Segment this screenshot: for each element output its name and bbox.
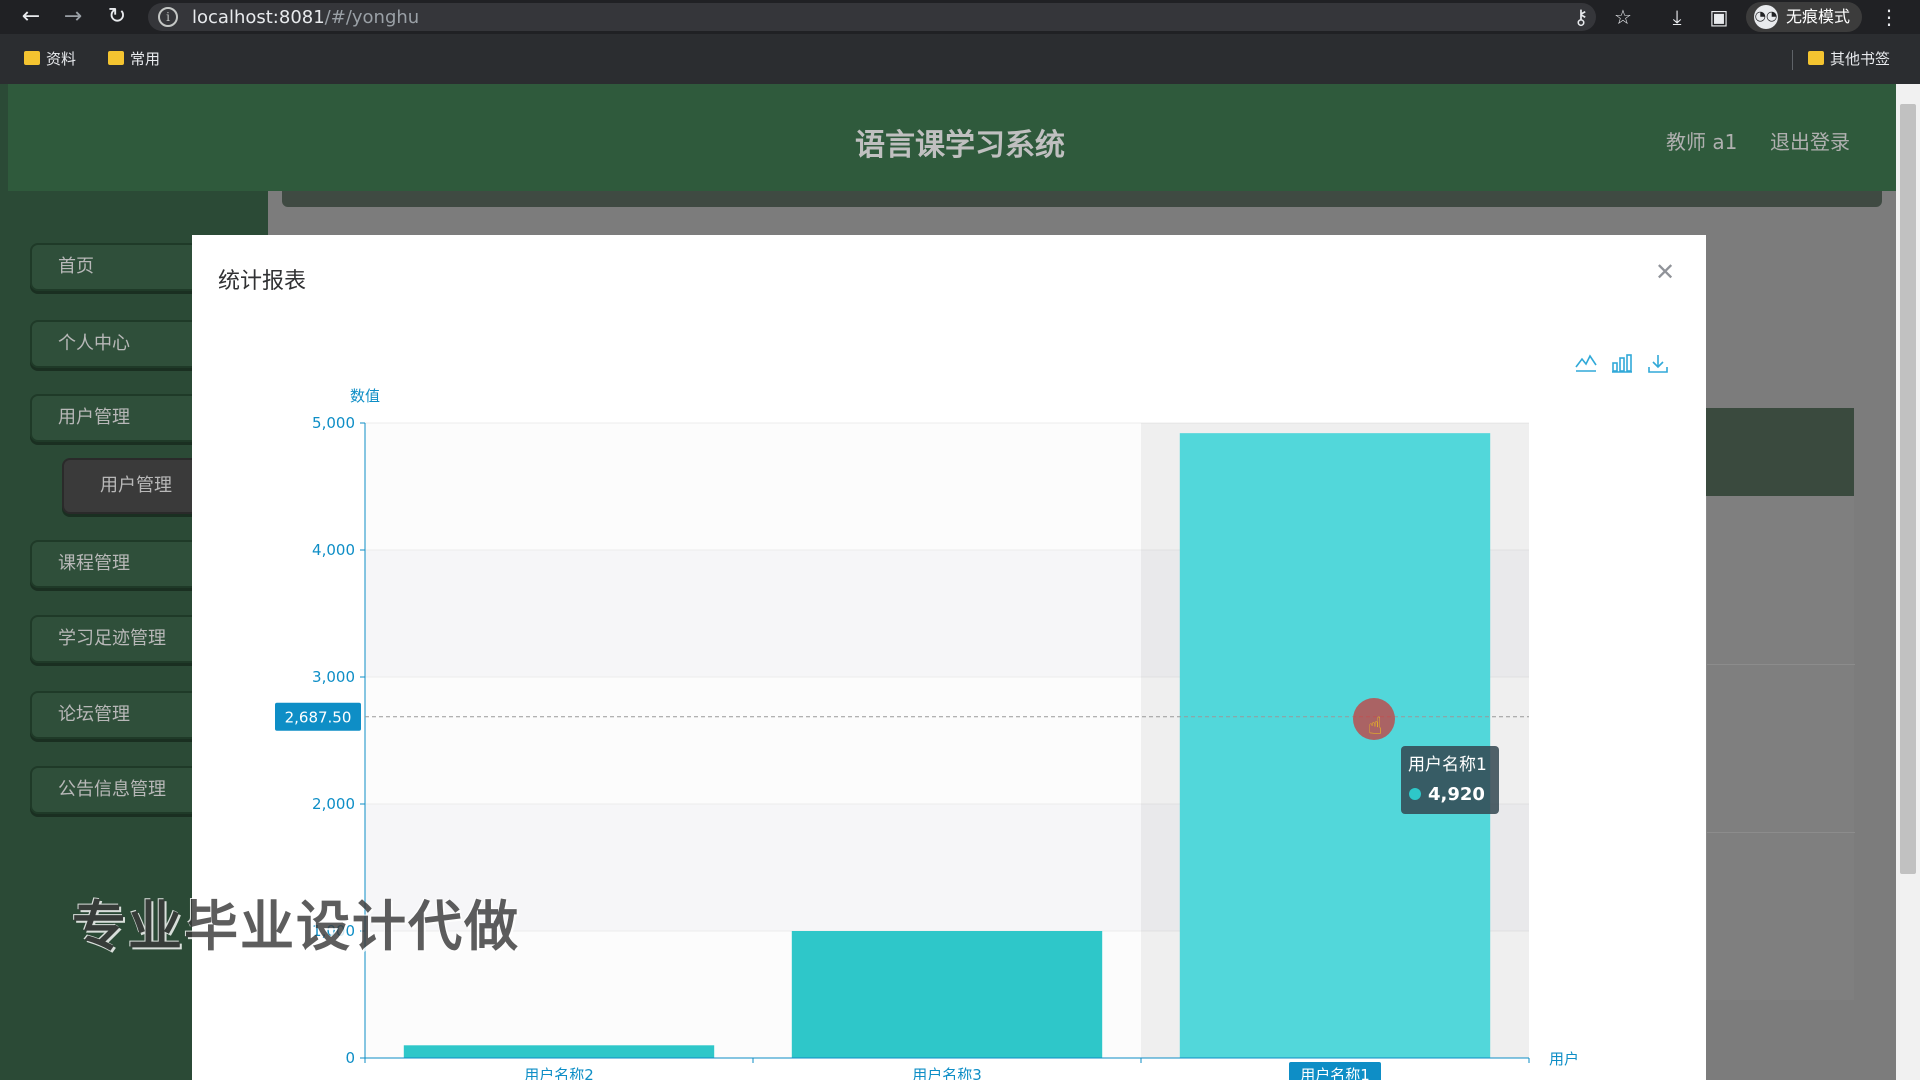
table-row xyxy=(1707,832,1855,833)
y-tick-label: 5,000 xyxy=(312,414,355,432)
site-info-icon[interactable]: i xyxy=(158,7,178,27)
current-user: 教师 a1 xyxy=(1666,130,1738,154)
y-tick-label: 2,000 xyxy=(312,795,355,813)
main-top-strip xyxy=(282,191,1882,207)
bar-用户名称1[interactable] xyxy=(1179,433,1491,1058)
y-axis-title: 数值 xyxy=(350,387,380,405)
bar-用户名称2[interactable] xyxy=(403,1045,715,1058)
hand-cursor-icon: ☝ xyxy=(1368,712,1383,740)
folder-icon xyxy=(1808,51,1824,65)
y-tick-label: 0 xyxy=(345,1049,355,1067)
bar-用户名称3[interactable] xyxy=(791,931,1103,1058)
browser-chrome: ← → ↻ i localhost:8081/#/yonghu ⚷ ☆ ⤓ ▣ … xyxy=(0,0,1920,84)
tooltip-value: 4,920 xyxy=(1428,784,1485,805)
logout-link[interactable]: 退出登录 xyxy=(1770,126,1850,155)
download-icon[interactable]: ⤓ xyxy=(1664,5,1690,29)
page-scrollbar-thumb[interactable] xyxy=(1900,104,1916,874)
star-icon[interactable]: ☆ xyxy=(1610,5,1636,29)
app-header: 语言课学习系统 教师 a1 退出登录 xyxy=(8,84,1896,191)
incognito-badge[interactable]: ◔◔ 无痕模式 xyxy=(1746,2,1863,32)
bookmark-folder-resources[interactable]: 资料 xyxy=(20,48,76,70)
address-bar[interactable]: i localhost:8081/#/yonghu xyxy=(148,3,1596,31)
folder-icon xyxy=(24,51,40,65)
forward-icon[interactable]: → xyxy=(60,4,86,30)
bookmark-divider xyxy=(1792,50,1793,70)
sidepanel-icon[interactable]: ▣ xyxy=(1706,5,1732,29)
back-icon[interactable]: ← xyxy=(18,4,44,30)
folder-icon xyxy=(108,51,124,65)
bookmark-folder-other[interactable]: 其他书签 xyxy=(1804,48,1890,70)
x-tick-label: 用户名称1 xyxy=(1300,1066,1370,1080)
table-row xyxy=(1707,664,1855,665)
key-icon[interactable]: ⚷ xyxy=(1568,5,1594,29)
menu-icon[interactable]: ⋮ xyxy=(1876,5,1902,29)
tooltip-category: 用户名称1 xyxy=(1408,755,1487,775)
app-title: 语言课学习系统 xyxy=(855,128,1065,163)
y-tick-label: 3,000 xyxy=(312,668,355,686)
x-tick-label: 用户名称2 xyxy=(524,1066,594,1080)
incognito-icon: ◔◔ xyxy=(1754,5,1778,29)
tooltip-marker-icon xyxy=(1409,788,1421,800)
y-tick-label: 4,000 xyxy=(312,541,355,559)
incognito-label: 无痕模式 xyxy=(1786,7,1851,26)
table-body xyxy=(1706,496,1855,1000)
url-text[interactable]: localhost:8081/#/yonghu xyxy=(192,7,419,28)
watermark-text: 专业毕业设计代做 xyxy=(72,895,520,958)
line-chart-icon[interactable] xyxy=(1575,354,1597,372)
bar-chart-icon[interactable] xyxy=(1612,354,1632,373)
bookmark-folder-common[interactable]: 常用 xyxy=(104,48,160,70)
table-header xyxy=(1706,408,1854,496)
x-axis-title: 用户 xyxy=(1549,1050,1579,1068)
x-tick-label: 用户名称3 xyxy=(912,1066,982,1080)
reload-icon[interactable]: ↻ xyxy=(104,4,130,30)
axis-pointer-label: 2,687.50 xyxy=(285,709,352,727)
bookmarks-bar: 资料 常用 其他书签 xyxy=(0,44,1920,74)
save-image-icon[interactable] xyxy=(1648,355,1668,373)
